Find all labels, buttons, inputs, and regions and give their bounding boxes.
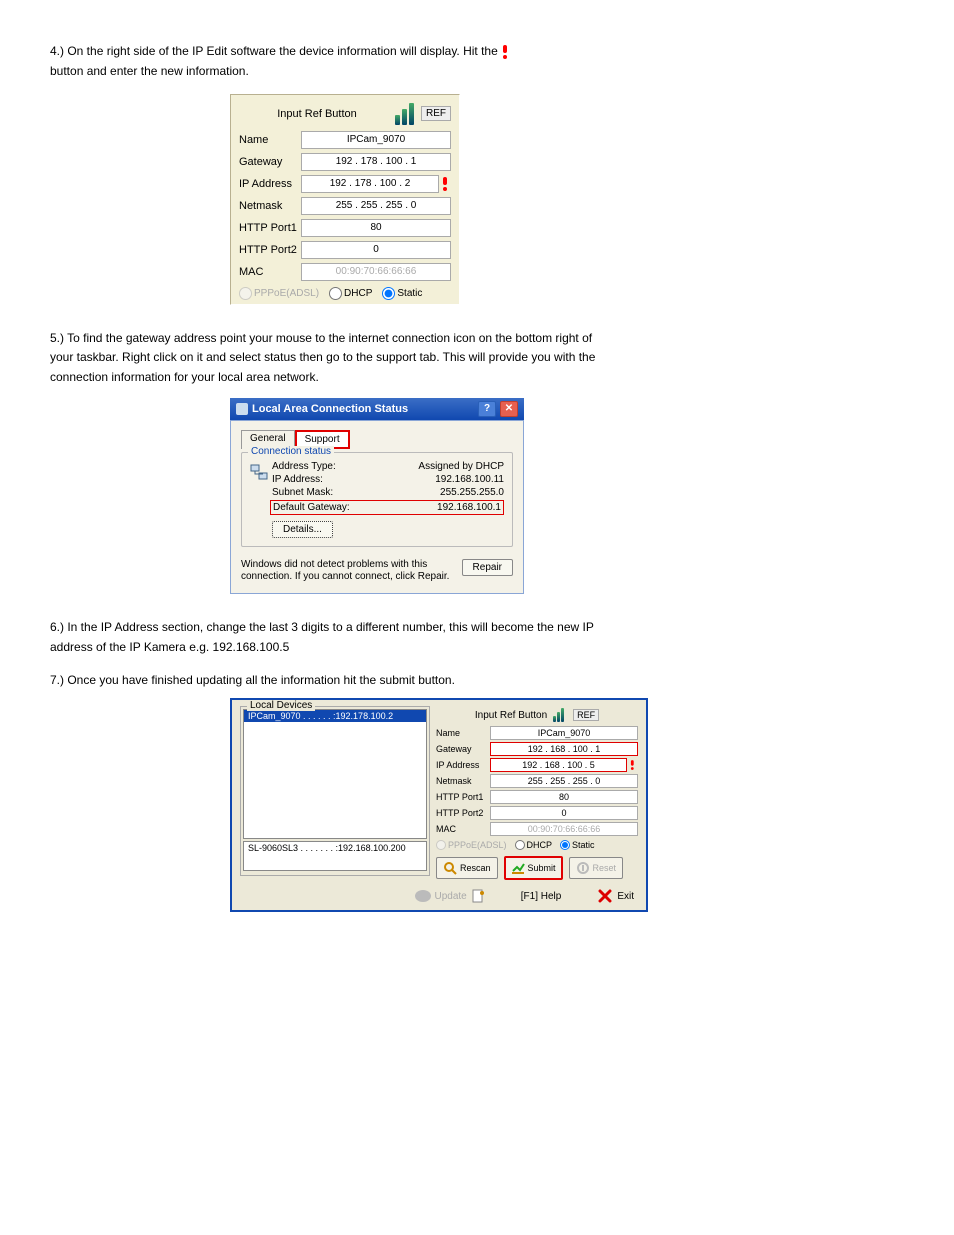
step7: 7.) Once you have finished updating all … [50,672,904,689]
gateway-label: Default Gateway: [273,502,437,513]
netmask-label: Netmask [239,200,301,212]
port1-label: HTTP Port1 [436,792,490,802]
step4-line1: 4.) On the right side of the IP Edit sof… [50,43,904,60]
submit-button[interactable]: Submit [504,856,563,880]
name-label: Name [436,728,490,738]
dhcp-radio[interactable]: DHCP [329,287,372,300]
doc-icon [471,889,485,903]
panel-title: Input Ref Button [239,108,395,120]
list-item[interactable]: IPCam_9070 . . . . . . :192.178.100.2 [244,710,426,722]
network-icon [236,403,248,415]
mac-input: 00:90:70:66:66:66 [301,263,451,281]
mac-label: MAC [436,824,490,834]
warn-icon [501,45,511,59]
gateway-input[interactable]: 192 . 178 . 100 . 1 [301,153,451,171]
submit-icon [511,861,525,875]
ip-label: IP Address [239,178,301,190]
port2-label: HTTP Port2 [436,808,490,818]
ref-button[interactable]: REF [573,709,599,721]
config-panel: Input Ref Button REF Name IPCam_9070 Gat… [230,94,460,305]
rescan-button[interactable]: Rescan [436,857,498,879]
warn-icon [441,177,451,191]
warn-icon [630,760,637,770]
name-input[interactable]: IPCam_9070 [490,726,638,740]
group-legend: Connection status [248,446,334,457]
gateway-input[interactable]: 192 . 168 . 100 . 1 [490,742,638,756]
pppoe-radio[interactable]: PPPoE(ADSL) [239,287,319,300]
subnet-label: Subnet Mask: [272,487,440,498]
static-radio[interactable]: Static [560,840,595,850]
connection-status-window: Local Area Connection Status ? ✕ General… [230,398,524,594]
dhcp-radio[interactable]: DHCP [515,840,553,850]
port2-input[interactable]: 0 [301,241,451,259]
update-icon [415,890,431,902]
ip-input[interactable]: 192 . 178 . 100 . 2 [301,175,439,193]
ip-label: IP Address [436,760,490,770]
help-button[interactable]: [F1] Help [521,891,562,902]
gateway-label: Gateway [436,744,490,754]
pppoe-radio[interactable]: PPPoE(ADSL) [436,840,507,850]
update-button[interactable]: Update [415,889,485,903]
reset-icon [576,861,590,875]
step5-l3: connection information for your local ar… [50,369,904,386]
status-message: Windows did not detect problems with thi… [241,559,452,583]
panel-title: Input Ref Button [475,710,547,721]
help-button[interactable]: ? [478,401,496,417]
step6-l2: address of the IP Kamera e.g. 192.168.10… [50,639,904,656]
details-button[interactable]: Details... [272,521,333,538]
port1-label: HTTP Port1 [239,222,301,234]
device-list[interactable]: IPCam_9070 . . . . . . :192.178.100.2 [243,709,427,839]
list-item[interactable]: SL-9060SL3 . . . . . . . :192.168.100.20… [244,842,426,854]
device-list-2[interactable]: SL-9060SL3 . . . . . . . :192.168.100.20… [243,841,427,871]
gateway-value: 192.168.100.1 [437,502,501,513]
network-icon [250,463,268,481]
exit-icon [597,888,613,904]
ipedit-window: Local Devices IPCam_9070 . . . . . . :19… [230,698,648,912]
port2-input[interactable]: 0 [490,806,638,820]
name-label: Name [239,134,301,146]
netmask-input[interactable]: 255 . 255 . 255 . 0 [490,774,638,788]
mac-input: 00:90:70:66:66:66 [490,822,638,836]
addr-type-value: Assigned by DHCP [418,461,504,472]
bars-icon [553,708,567,722]
bars-icon [395,103,417,125]
step4-line2: button and enter the new information. [50,63,904,80]
step6-l1: 6.) In the IP Address section, change th… [50,619,904,636]
port2-label: HTTP Port2 [239,244,301,256]
addr-type-label: Address Type: [272,461,418,472]
port1-input[interactable]: 80 [301,219,451,237]
ip-input[interactable]: 192 . 168 . 100 . 5 [490,758,627,772]
search-icon [443,861,457,875]
name-input[interactable]: IPCam_9070 [301,131,451,149]
reset-button[interactable]: Reset [569,857,624,879]
static-radio[interactable]: Static [382,287,422,300]
window-title: Local Area Connection Status [252,403,408,415]
subnet-value: 255.255.255.0 [440,487,504,498]
gateway-label: Gateway [239,156,301,168]
ref-button[interactable]: REF [421,106,451,121]
local-devices-legend: Local Devices [247,700,315,711]
netmask-input[interactable]: 255 . 255 . 255 . 0 [301,197,451,215]
ip-value: 192.168.100.11 [435,474,504,485]
port1-input[interactable]: 80 [490,790,638,804]
mac-label: MAC [239,266,301,278]
window-titlebar: Local Area Connection Status ? ✕ [230,398,524,420]
close-button[interactable]: ✕ [500,401,518,417]
step5-l2: your taskbar. Right click on it and sele… [50,349,904,366]
repair-button[interactable]: Repair [462,559,513,576]
step5-l1: 5.) To find the gateway address point yo… [50,330,904,347]
ip-label: IP Address: [272,474,435,485]
exit-button[interactable]: Exit [597,888,634,904]
netmask-label: Netmask [436,776,490,786]
